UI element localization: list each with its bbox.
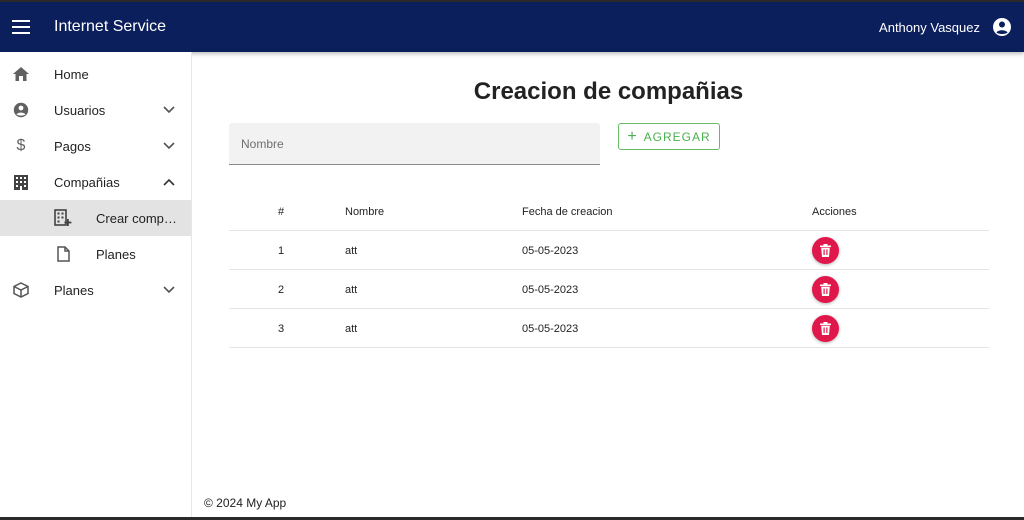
row-actions xyxy=(812,270,839,309)
app-title: Internet Service xyxy=(54,18,167,35)
name-input[interactable] xyxy=(229,123,600,165)
sidebar-item-home[interactable]: Home xyxy=(0,56,191,92)
chevron-down-icon xyxy=(161,282,177,298)
page-title: Creacion de compañias xyxy=(473,78,744,105)
sidebar-item-crear-companias[interactable]: Crear compañias xyxy=(0,200,191,236)
sidebar-item-planes-sub[interactable]: Planes xyxy=(0,236,191,272)
row-actions xyxy=(812,231,839,270)
app-bar: Internet Service Anthony Vasquez xyxy=(0,0,1024,52)
menu-icon xyxy=(12,20,30,34)
trash-icon xyxy=(820,283,831,296)
row-name: att xyxy=(345,244,358,257)
row-name: att xyxy=(345,283,358,296)
sidebar-item-label: Usuarios xyxy=(54,102,106,118)
row-actions xyxy=(812,309,839,348)
menu-button[interactable] xyxy=(0,6,42,48)
companies-table: # Nombre Fecha de creacion Acciones 1 at… xyxy=(229,192,989,348)
account-circle-icon xyxy=(11,100,31,120)
row-index: 1 xyxy=(277,244,285,257)
delete-button[interactable] xyxy=(812,315,839,342)
sidebar-item-label: Home xyxy=(54,66,89,82)
sidebar-item-planes[interactable]: Planes xyxy=(0,272,191,308)
building-icon xyxy=(11,172,31,192)
chevron-down-icon xyxy=(161,138,177,154)
sidebar-item-usuarios[interactable]: Usuarios xyxy=(0,92,191,128)
header-index: # xyxy=(277,205,285,218)
trash-icon xyxy=(820,244,831,257)
sidebar: Home Usuarios $ Pagos Compañias Crear co… xyxy=(0,52,192,520)
add-button-label: AGREGAR xyxy=(643,129,711,144)
table-row: 2 att 05-05-2023 xyxy=(229,270,989,309)
add-button[interactable]: + AGREGAR xyxy=(618,123,720,150)
plus-icon: + xyxy=(627,127,638,145)
dollar-icon: $ xyxy=(16,137,26,154)
account-circle-icon xyxy=(993,18,1011,36)
sidebar-item-companias[interactable]: Compañias xyxy=(0,164,191,200)
table-row: 1 att 05-05-2023 xyxy=(229,231,989,270)
home-icon xyxy=(11,64,31,84)
building-add-icon xyxy=(53,208,73,228)
row-name: att xyxy=(345,322,358,335)
sidebar-item-label: Compañias xyxy=(54,174,120,190)
footer-text: © 2024 My App xyxy=(204,496,287,510)
document-icon xyxy=(53,244,73,264)
header-name: Nombre xyxy=(345,205,385,218)
delete-button[interactable] xyxy=(812,237,839,264)
sidebar-item-label: Pagos xyxy=(54,138,91,154)
sidebar-item-label: Planes xyxy=(96,246,136,262)
table-header-row: # Nombre Fecha de creacion Acciones xyxy=(229,192,989,231)
row-index: 3 xyxy=(277,322,285,335)
account-button[interactable] xyxy=(990,15,1014,39)
header-date: Fecha de creacion xyxy=(522,205,613,218)
row-index: 2 xyxy=(277,283,285,296)
package-icon xyxy=(11,280,31,300)
sidebar-item-pagos[interactable]: $ Pagos xyxy=(0,128,191,164)
table-row: 3 att 05-05-2023 xyxy=(229,309,989,348)
main-content: Creacion de compañias + AGREGAR # Nombre… xyxy=(193,52,1024,520)
trash-icon xyxy=(820,322,831,335)
sidebar-item-label: Crear compañias xyxy=(96,210,191,226)
header-actions: Acciones xyxy=(812,205,857,218)
user-name: Anthony Vasquez xyxy=(879,19,980,35)
row-date: 05-05-2023 xyxy=(522,283,579,296)
sidebar-item-label: Planes xyxy=(54,282,94,298)
row-date: 05-05-2023 xyxy=(522,244,579,257)
chevron-up-icon xyxy=(161,174,177,190)
chevron-down-icon xyxy=(161,102,177,118)
delete-button[interactable] xyxy=(812,276,839,303)
row-date: 05-05-2023 xyxy=(522,322,579,335)
